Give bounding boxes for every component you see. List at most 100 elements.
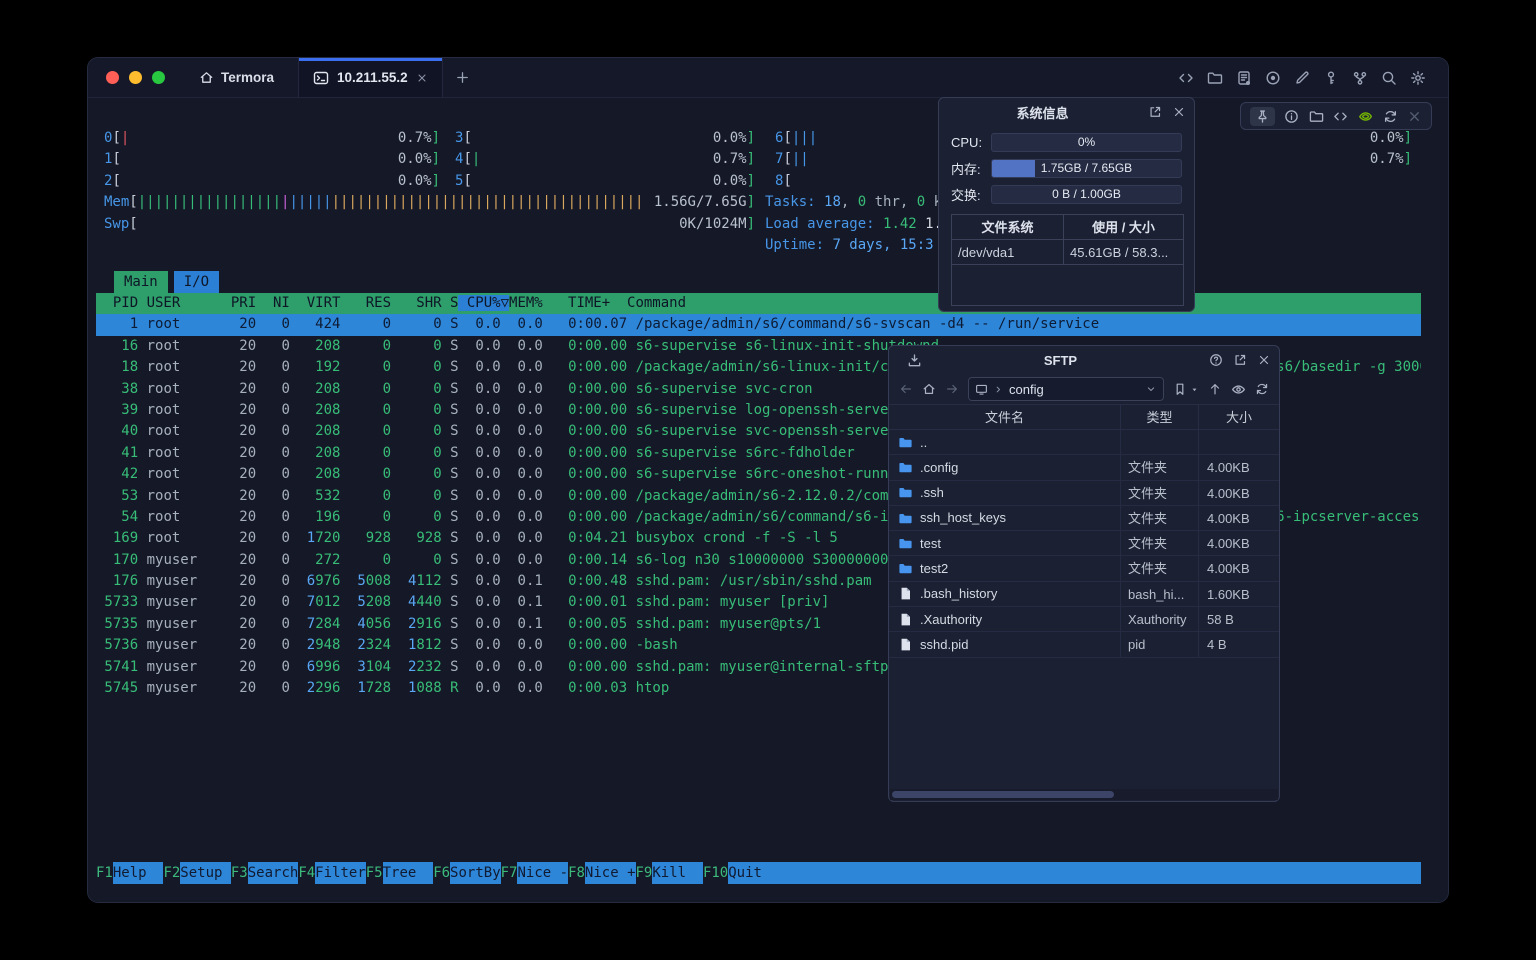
fkey-f1-number: F1 <box>96 862 113 884</box>
pin-icon[interactable] <box>1250 107 1275 126</box>
download-icon[interactable] <box>907 353 922 368</box>
code-icon[interactable] <box>1178 70 1194 86</box>
log-file-icon[interactable] <box>1236 70 1252 86</box>
path-breadcrumb[interactable]: config <box>968 377 1164 401</box>
file-row-.ssh[interactable]: .ssh文件夹4.00KB <box>889 481 1279 506</box>
file-row-..[interactable]: .. <box>889 430 1279 455</box>
open-in-window-icon[interactable] <box>1148 105 1162 119</box>
home-tab[interactable]: Termora <box>189 58 284 97</box>
home-dir-icon[interactable] <box>922 382 936 396</box>
fkey-f8-nice[interactable]: Nice + <box>585 862 636 884</box>
sysinfo-row-1: 内存:1.75GB / 7.65GB <box>939 159 1194 178</box>
sysinfo-label: 内存: <box>951 159 991 178</box>
keychain-icon[interactable] <box>1352 70 1368 86</box>
fs-usage: 45.61GB / 58.3... <box>1064 240 1183 264</box>
show-hidden-icon[interactable] <box>1231 382 1246 397</box>
scrollbar-thumb[interactable] <box>892 791 1114 798</box>
fkey-f3-search[interactable]: Search <box>248 862 299 884</box>
chevron-down-icon[interactable] <box>1145 383 1157 395</box>
file-name: .config <box>920 455 958 479</box>
horizontal-scrollbar <box>890 789 1278 800</box>
load-average-line: Load average: 1.42 1. <box>765 214 942 235</box>
close-tab-icon[interactable] <box>416 72 428 84</box>
cpu-meter-5: 5[0.0%] <box>455 171 755 192</box>
open-in-window-icon[interactable] <box>1233 353 1247 367</box>
desktop: Termora 10.211.55.2 0[|0.7%]1[0.0%]2[0.0… <box>0 0 1536 960</box>
fs-table-row: /dev/vda145.61GB / 58.3... <box>952 240 1183 265</box>
system-info-titlebar: 系统信息 <box>939 98 1194 126</box>
process-table-header[interactable]: PID USER PRI NI VIRT RES SHR S CPU%▽MEM%… <box>96 293 1421 314</box>
htop-tab-io[interactable]: I/O <box>174 271 219 293</box>
file-fill-icon <box>898 637 913 652</box>
folder-icon[interactable] <box>1309 109 1324 124</box>
close-window-button[interactable] <box>106 71 119 84</box>
file-column-header-1[interactable]: 类型 <box>1121 405 1199 429</box>
sysinfo-label: CPU: <box>951 135 991 150</box>
file-row-.bash_history[interactable]: .bash_historybash_hi...1.60KB <box>889 582 1279 607</box>
termora-window: Termora 10.211.55.2 0[|0.7%]1[0.0%]2[0.0… <box>88 58 1448 902</box>
help-icon[interactable] <box>1209 353 1223 367</box>
file-type: 文件夹 <box>1121 556 1199 580</box>
folder-fill-icon <box>898 485 913 500</box>
home-icon <box>199 70 214 85</box>
file-column-header-0[interactable]: 文件名 <box>889 405 1121 429</box>
cpu-meter-3: 3[0.0%] <box>455 128 755 149</box>
file-row-ssh_host_keys[interactable]: ssh_host_keys文件夹4.00KB <box>889 506 1279 531</box>
record-icon[interactable] <box>1265 70 1281 86</box>
memory-meter: Mem[||||||||||||||||||||||||||||||||||||… <box>104 192 755 213</box>
file-row-test[interactable]: test文件夹4.00KB <box>889 531 1279 556</box>
process-row-1[interactable]: 1 root 20 0 424 0 0 S 0.0 0.0 0:00.07 /p… <box>96 314 1421 335</box>
fkey-f5-number: F5 <box>366 862 383 884</box>
fkey-f6-sortby[interactable]: SortBy <box>450 862 501 884</box>
session-tab[interactable]: 10.211.55.2 <box>298 58 443 97</box>
upload-icon[interactable] <box>1208 382 1222 396</box>
fkey-f1-help[interactable]: Help <box>113 862 164 884</box>
file-size: 4 B <box>1199 632 1279 656</box>
close-panel-icon[interactable] <box>1257 353 1271 367</box>
file-size <box>1199 430 1279 454</box>
info-icon[interactable] <box>1284 109 1299 124</box>
file-row-.Xauthority[interactable]: .XauthorityXauthority58 B <box>889 607 1279 632</box>
zoom-window-button[interactable] <box>152 71 165 84</box>
bookmark-icon[interactable] <box>1173 382 1187 396</box>
code-icon[interactable] <box>1333 109 1348 124</box>
sysinfo-row-2: 交换:0 B / 1.00GB <box>939 185 1194 204</box>
back-icon[interactable] <box>899 382 913 396</box>
fkey-f4-filter[interactable]: Filter <box>315 862 366 884</box>
close-panel-icon[interactable] <box>1172 105 1186 119</box>
folder-icon[interactable] <box>1207 70 1223 86</box>
fkey-f9-kill[interactable]: Kill <box>652 862 703 884</box>
file-row-sshd.pid[interactable]: sshd.pidpid4 B <box>889 632 1279 657</box>
file-type <box>1121 430 1199 454</box>
fkey-f10-quit[interactable]: Quit <box>728 862 779 884</box>
htop-tab-main[interactable]: Main <box>114 271 168 293</box>
tasks-line: Tasks: 18, 0 thr, 0 k <box>765 192 942 213</box>
file-column-header-2[interactable]: 大小 <box>1199 405 1279 429</box>
fkey-f4-number: F4 <box>298 862 315 884</box>
sync-icon[interactable] <box>1383 109 1398 124</box>
file-fill-icon <box>898 586 913 601</box>
folder-fill-icon <box>898 511 913 526</box>
settings-icon[interactable] <box>1410 70 1426 86</box>
nvidia-icon[interactable] <box>1358 109 1373 124</box>
bookmark-caret-icon[interactable] <box>1190 385 1199 394</box>
refresh-icon[interactable] <box>1255 382 1269 396</box>
key-icon[interactable] <box>1323 70 1339 86</box>
fkey-f7-nice[interactable]: Nice - <box>517 862 568 884</box>
file-name: .. <box>920 430 927 454</box>
file-row-test2[interactable]: test2文件夹4.00KB <box>889 556 1279 581</box>
function-key-bar: F1Help F2Setup F3SearchF4FilterF5Tree F6… <box>96 862 1421 884</box>
new-tab-button[interactable] <box>455 70 470 85</box>
sort-column-cpu[interactable]: CPU%▽ <box>458 295 509 311</box>
search-icon[interactable] <box>1381 70 1397 86</box>
close-icon[interactable] <box>1407 109 1422 124</box>
file-size: 4.00KB <box>1199 455 1279 479</box>
fkey-f5-tree[interactable]: Tree <box>383 862 434 884</box>
minimize-window-button[interactable] <box>129 71 142 84</box>
file-row-.config[interactable]: .config文件夹4.00KB <box>889 455 1279 480</box>
fkey-f2-setup[interactable]: Setup <box>180 862 231 884</box>
forward-icon[interactable] <box>945 382 959 396</box>
terminal-icon <box>313 70 329 86</box>
edit-icon[interactable] <box>1294 70 1310 86</box>
tab-bar: Termora 10.211.55.2 <box>88 58 1448 98</box>
